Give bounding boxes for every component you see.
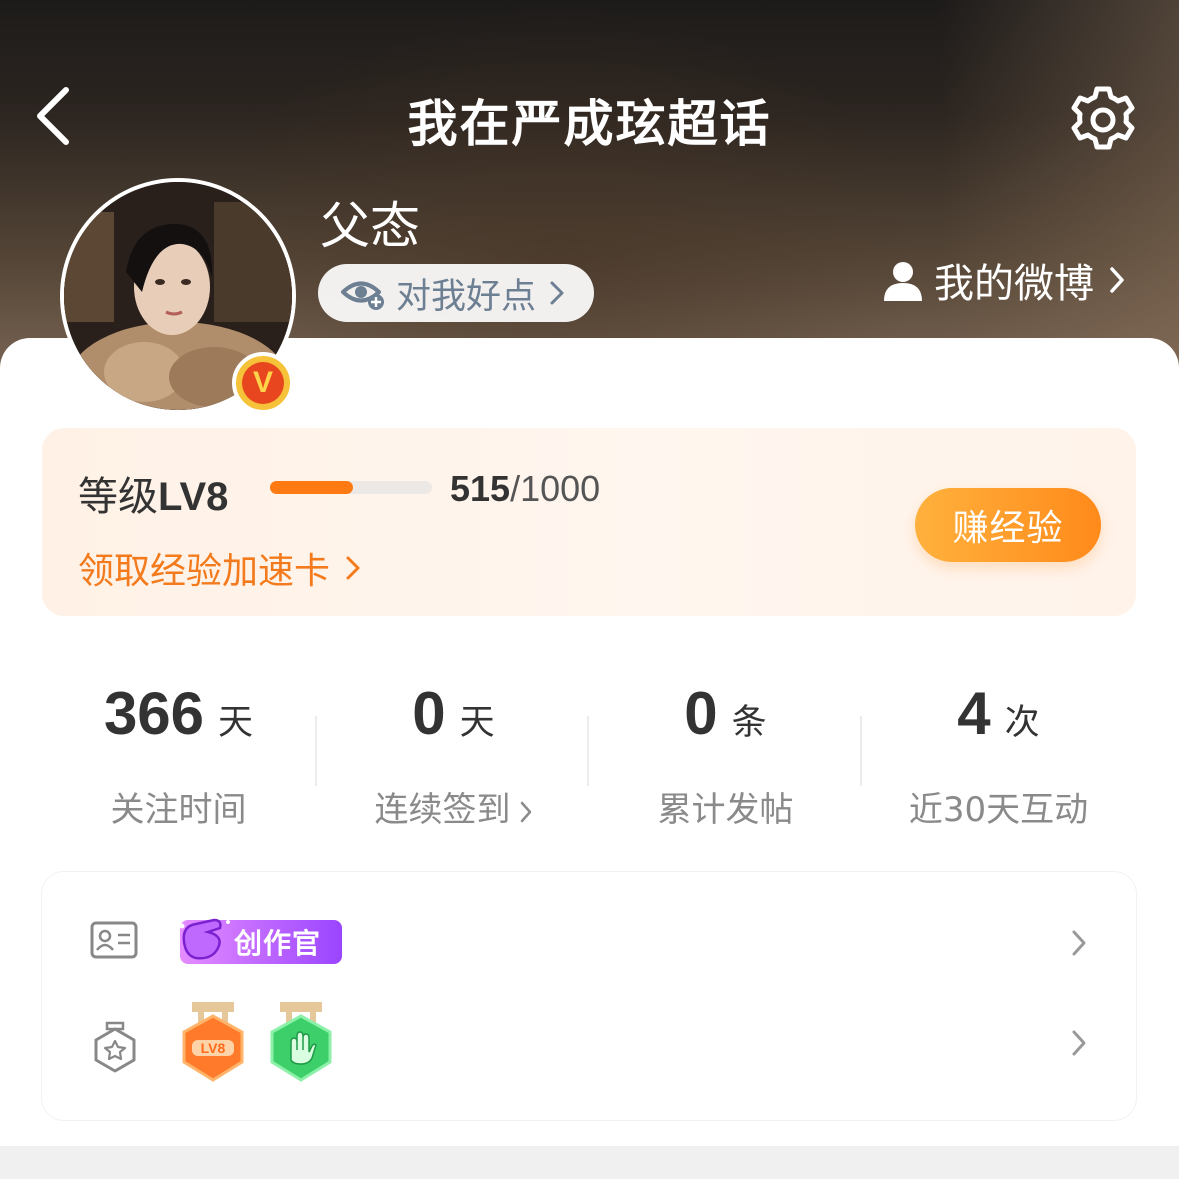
creator-badge[interactable]: 创作官 (179, 918, 342, 964)
level-progress-bar (270, 481, 432, 494)
stat-interactions: 4次 近30天互动 (862, 646, 1135, 831)
stats-row: 366 天 关注时间 0天 连续签到 0条 累计发帖 4次 近30天互动 (42, 646, 1136, 838)
stat-label: 关注时间 (110, 790, 247, 830)
creator-badge-label: 创作官 (234, 927, 322, 960)
stat-value: 366 天 (42, 684, 315, 744)
chevron-right-icon (1110, 267, 1124, 293)
verified-v-badge: V (232, 352, 294, 414)
max-exp: /1000 (510, 468, 601, 509)
level-title: 等级 (78, 474, 158, 520)
stat-value: 4次 (862, 684, 1135, 744)
chevron-right-icon (1072, 1030, 1086, 1056)
medal-outline-icon (94, 1021, 136, 1073)
chevron-right-icon (1072, 930, 1086, 956)
level-exp-readout: 515/1000 (450, 468, 600, 510)
page-title: 我在严成玹超话 (407, 95, 772, 153)
stat-number: 366 (103, 680, 205, 747)
chevron-right-icon (550, 281, 564, 305)
stat-label: 近30天互动 (908, 790, 1089, 830)
level-progress-fill (270, 481, 354, 494)
medal-row[interactable]: LV8 (42, 996, 1136, 1100)
stat-follow-time: 366 天 关注时间 (42, 646, 315, 831)
identity-badge-row[interactable]: 创作官 (42, 902, 1136, 984)
v-icon: V (242, 362, 284, 404)
stat-number: 0 (684, 680, 718, 747)
chevron-right-icon (520, 801, 531, 822)
stat-number: 4 (957, 680, 991, 747)
stat-posts: 0条 累计发帖 (589, 646, 862, 831)
level-name: LV8 (158, 475, 229, 519)
stat-unit: 天 (218, 703, 254, 743)
eye-plus-icon (341, 281, 384, 310)
kindness-pill-label: 对我好点 (396, 276, 537, 317)
kindness-pill-button[interactable]: 对我好点 (318, 264, 594, 322)
stat-unit: 条 (731, 703, 767, 743)
my-weibo-label: 我的微博 (934, 261, 1094, 307)
chevron-right-icon (346, 556, 360, 580)
stat-label: 累计发帖 (657, 790, 794, 830)
stat-value: 0条 (589, 684, 862, 744)
gear-icon (1071, 86, 1135, 150)
current-exp: 515 (450, 468, 511, 509)
my-weibo-link[interactable]: 我的微博 (882, 252, 1126, 308)
creator-hand-icon (179, 918, 230, 960)
boost-card-link[interactable]: 领取经验加速卡 (78, 542, 362, 594)
level-label: 等级LV8 (78, 464, 228, 522)
stat-checkin[interactable]: 0天 连续签到 (317, 646, 590, 831)
boost-card-label: 领取经验加速卡 (78, 551, 331, 592)
settings-button[interactable] (1066, 83, 1140, 157)
username: 父态 (320, 197, 420, 255)
badges-card: 创作官 LV8 (42, 872, 1136, 1120)
stat-label-text: 连续签到 (374, 790, 511, 830)
lv8-medal-text: LV8 (201, 1040, 226, 1056)
stat-unit: 次 (1004, 703, 1040, 743)
stat-unit: 天 (459, 703, 495, 743)
hand-medal-icon[interactable] (266, 1000, 336, 1084)
stat-number: 0 (412, 680, 446, 747)
lv8-medal-icon[interactable]: LV8 (178, 1000, 248, 1084)
id-card-icon (90, 921, 138, 959)
stat-label: 连续签到 (317, 782, 590, 831)
stat-value: 0天 (317, 684, 590, 744)
earn-exp-button[interactable]: 赚经验 (915, 488, 1101, 562)
level-card: 等级LV8 515/1000 领取经验加速卡 赚经验 (42, 428, 1136, 616)
person-icon (884, 262, 922, 301)
bottom-strip (0, 1146, 1179, 1179)
